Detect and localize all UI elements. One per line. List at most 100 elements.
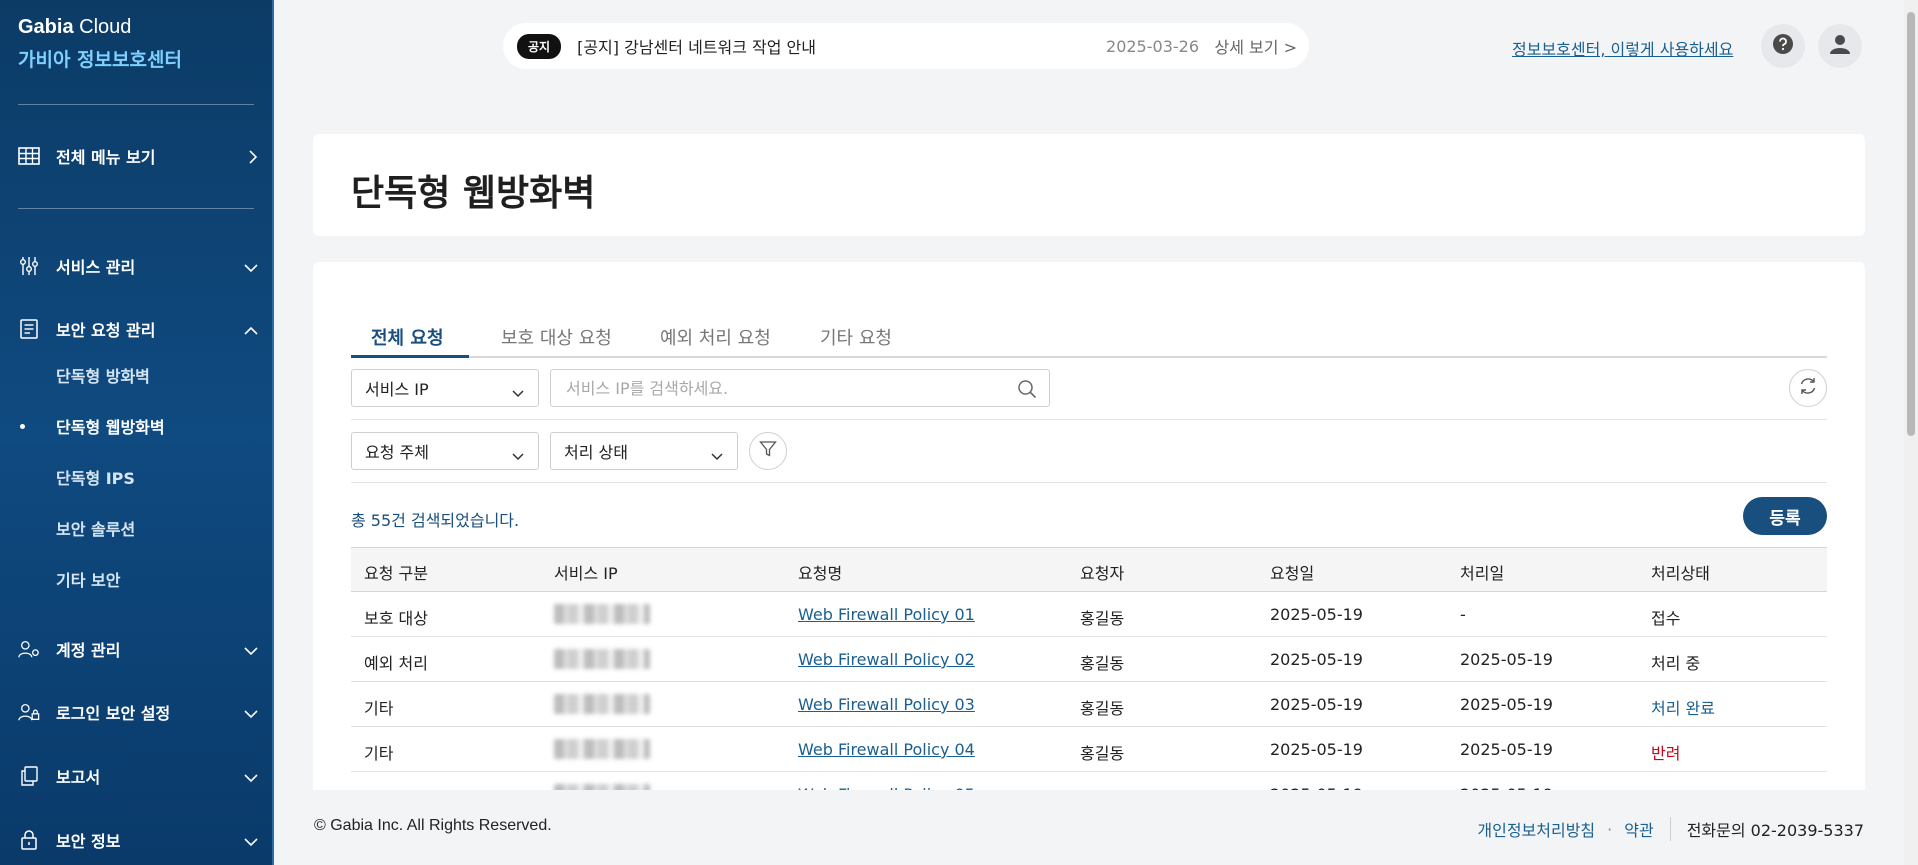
- sidebar-item-report[interactable]: 보고서: [18, 761, 258, 791]
- row-name-link[interactable]: Web Firewall Policy 02: [798, 650, 975, 669]
- notice-text: [공지] 강남센터 네트워크 작업 안내: [577, 38, 817, 57]
- active-tab-indicator: [351, 355, 469, 358]
- row-done-date: 2025-05-19: [1460, 695, 1553, 714]
- question-icon: [1772, 33, 1794, 59]
- filter-button[interactable]: [749, 432, 787, 470]
- document-icon: [18, 318, 40, 340]
- search-input[interactable]: [551, 370, 1049, 406]
- table-row[interactable]: 기타 Web Firewall Policy 03 홍길동 2025-05-19…: [351, 682, 1827, 727]
- col-requester: 요청자: [1080, 564, 1125, 583]
- refresh-icon: [1798, 376, 1818, 400]
- sidebar-sub-web-firewall[interactable]: 단독형 웹방화벽: [56, 414, 165, 438]
- row-type: 기타: [364, 744, 394, 763]
- chevron-down-icon: [244, 768, 258, 787]
- row-status: 처리 중: [1651, 654, 1701, 673]
- notice-date: 2025-03-26: [1106, 36, 1199, 56]
- sidebar-sub-firewall[interactable]: 단독형 방화벽: [56, 363, 150, 387]
- col-service-ip: 서비스 IP: [554, 564, 618, 583]
- sidebar-item-security-request-label: 보안 요청 관리: [56, 321, 156, 340]
- status-select-value: 처리 상태: [564, 443, 628, 462]
- sidebar: Gabia Cloud 가비아 정보보호센터 전체 메뉴 보기 서비스 관리 보…: [0, 0, 274, 865]
- sidebar-sub-ips[interactable]: 단독형 IPS: [56, 465, 135, 489]
- page-scrollbar[interactable]: [1904, 0, 1918, 865]
- chevron-down-icon: [711, 446, 723, 465]
- phone-contact: 전화문의 02-2039-5337: [1686, 821, 1864, 840]
- row-name-link[interactable]: Web Firewall Policy 01: [798, 605, 975, 624]
- sidebar-all-menu-label: 전체 메뉴 보기: [56, 148, 156, 167]
- help-guide-link[interactable]: 정보보호센터, 이렇게 사용하세요: [1512, 36, 1733, 60]
- sidebar-divider: [18, 104, 254, 105]
- service-ip-select[interactable]: 서비스 IP: [351, 369, 539, 407]
- row-done-date: 2025-05-19: [1460, 740, 1553, 759]
- chevron-right-icon: [248, 149, 258, 168]
- table-row[interactable]: 보호 대상 Web Firewall Policy 01 홍길동 2025-05…: [351, 592, 1827, 637]
- user-gear-icon: [18, 638, 40, 660]
- row-request-date: 2025-05-19: [1270, 695, 1363, 714]
- sidebar-item-security-info-label: 보안 정보: [56, 832, 121, 851]
- brand-logo[interactable]: Gabia Cloud 가비아 정보보호센터: [18, 16, 182, 72]
- table-row[interactable]: 예외 처리 Web Firewall Policy 02 홍길동 2025-05…: [351, 637, 1827, 682]
- sidebar-sub-security-solution[interactable]: 보안 솔루션: [56, 516, 135, 540]
- request-table: 요청 구분 서비스 IP 요청명 요청자 요청일 처리일 처리상태 보호 대상 …: [351, 547, 1827, 802]
- chevron-down-icon: [244, 832, 258, 851]
- chevron-down-icon: [244, 641, 258, 660]
- sidebar-item-security-request[interactable]: 보안 요청 관리: [18, 314, 258, 344]
- tab-all-requests[interactable]: 전체 요청: [371, 324, 444, 350]
- brand-product: Cloud: [73, 16, 132, 38]
- sidebar-all-menu[interactable]: 전체 메뉴 보기: [18, 141, 258, 171]
- sidebar-divider: [18, 208, 254, 209]
- search-icon[interactable]: [1017, 379, 1037, 403]
- notice-banner[interactable]: 공지 [공지] 강남센터 네트워크 작업 안내 2025-03-26 상세 보기…: [503, 23, 1309, 69]
- lock-icon: [18, 829, 40, 851]
- result-count: 총 55건 검색되었습니다.: [351, 511, 520, 530]
- status-select[interactable]: 처리 상태: [550, 432, 738, 470]
- row-name-link[interactable]: Web Firewall Policy 04: [798, 740, 975, 759]
- sidebar-item-account-label: 계정 관리: [56, 641, 121, 660]
- col-request-date: 요청일: [1270, 564, 1315, 583]
- active-dot: [20, 424, 25, 429]
- chevron-down-icon: [244, 704, 258, 723]
- refresh-button[interactable]: [1789, 369, 1827, 407]
- terms-link[interactable]: 약관: [1624, 817, 1653, 841]
- service-ip-select-value: 서비스 IP: [365, 380, 429, 399]
- brand-subtitle: 가비아 정보보호센터: [18, 49, 182, 71]
- requester-select[interactable]: 요청 주체: [351, 432, 539, 470]
- row-requester: 홍길동: [1080, 654, 1125, 673]
- filter-divider: [351, 482, 1827, 483]
- user-profile-button[interactable]: [1818, 24, 1862, 68]
- notice-tag: 공지: [517, 33, 562, 59]
- sidebar-sub-other-security[interactable]: 기타 보안: [56, 567, 120, 591]
- help-button[interactable]: [1761, 24, 1805, 68]
- chevron-down-icon: [244, 258, 258, 277]
- grid-icon: [18, 145, 40, 167]
- sidebar-item-security-info[interactable]: 보안 정보: [18, 825, 258, 855]
- tab-exception-requests[interactable]: 예외 처리 요청: [660, 324, 771, 350]
- sidebar-item-account[interactable]: 계정 관리: [18, 634, 258, 664]
- col-type: 요청 구분: [364, 564, 428, 583]
- col-name: 요청명: [798, 564, 843, 583]
- user-icon: [1829, 33, 1851, 59]
- separator-dot: ·: [1607, 819, 1613, 839]
- row-name-link[interactable]: Web Firewall Policy 03: [798, 695, 975, 714]
- tab-bar: 전체 요청 보호 대상 요청 예외 처리 요청 기타 요청: [351, 322, 1827, 358]
- scrollbar-thumb[interactable]: [1907, 12, 1915, 436]
- copy-icon: [18, 765, 40, 787]
- register-button[interactable]: 등록: [1743, 497, 1827, 535]
- title-card: 단독형 웹방화벽: [313, 134, 1865, 236]
- tab-other-requests[interactable]: 기타 요청: [820, 324, 892, 350]
- footer: © Gabia Inc. All Rights Reserved. 개인정보처리…: [274, 790, 1918, 865]
- user-lock-icon: [18, 701, 40, 723]
- table-header: 요청 구분 서비스 IP 요청명 요청자 요청일 처리일 처리상태: [351, 547, 1827, 592]
- sidebar-item-login-security[interactable]: 로그인 보안 설정: [18, 697, 258, 727]
- filter-icon: [759, 440, 777, 462]
- sidebar-item-service-label: 서비스 관리: [56, 258, 136, 277]
- table-row[interactable]: 기타 Web Firewall Policy 04 홍길동 2025-05-19…: [351, 727, 1827, 772]
- tab-protection-requests[interactable]: 보호 대상 요청: [501, 324, 612, 350]
- row-status: 접수: [1651, 609, 1681, 628]
- privacy-policy-link[interactable]: 개인정보처리방침: [1477, 817, 1595, 841]
- brand-name: Gabia: [18, 16, 74, 38]
- notice-more-link[interactable]: 상세 보기 >: [1215, 34, 1297, 58]
- filter-divider: [351, 419, 1827, 420]
- row-ip-masked: [554, 604, 650, 628]
- sidebar-item-service[interactable]: 서비스 관리: [18, 251, 258, 281]
